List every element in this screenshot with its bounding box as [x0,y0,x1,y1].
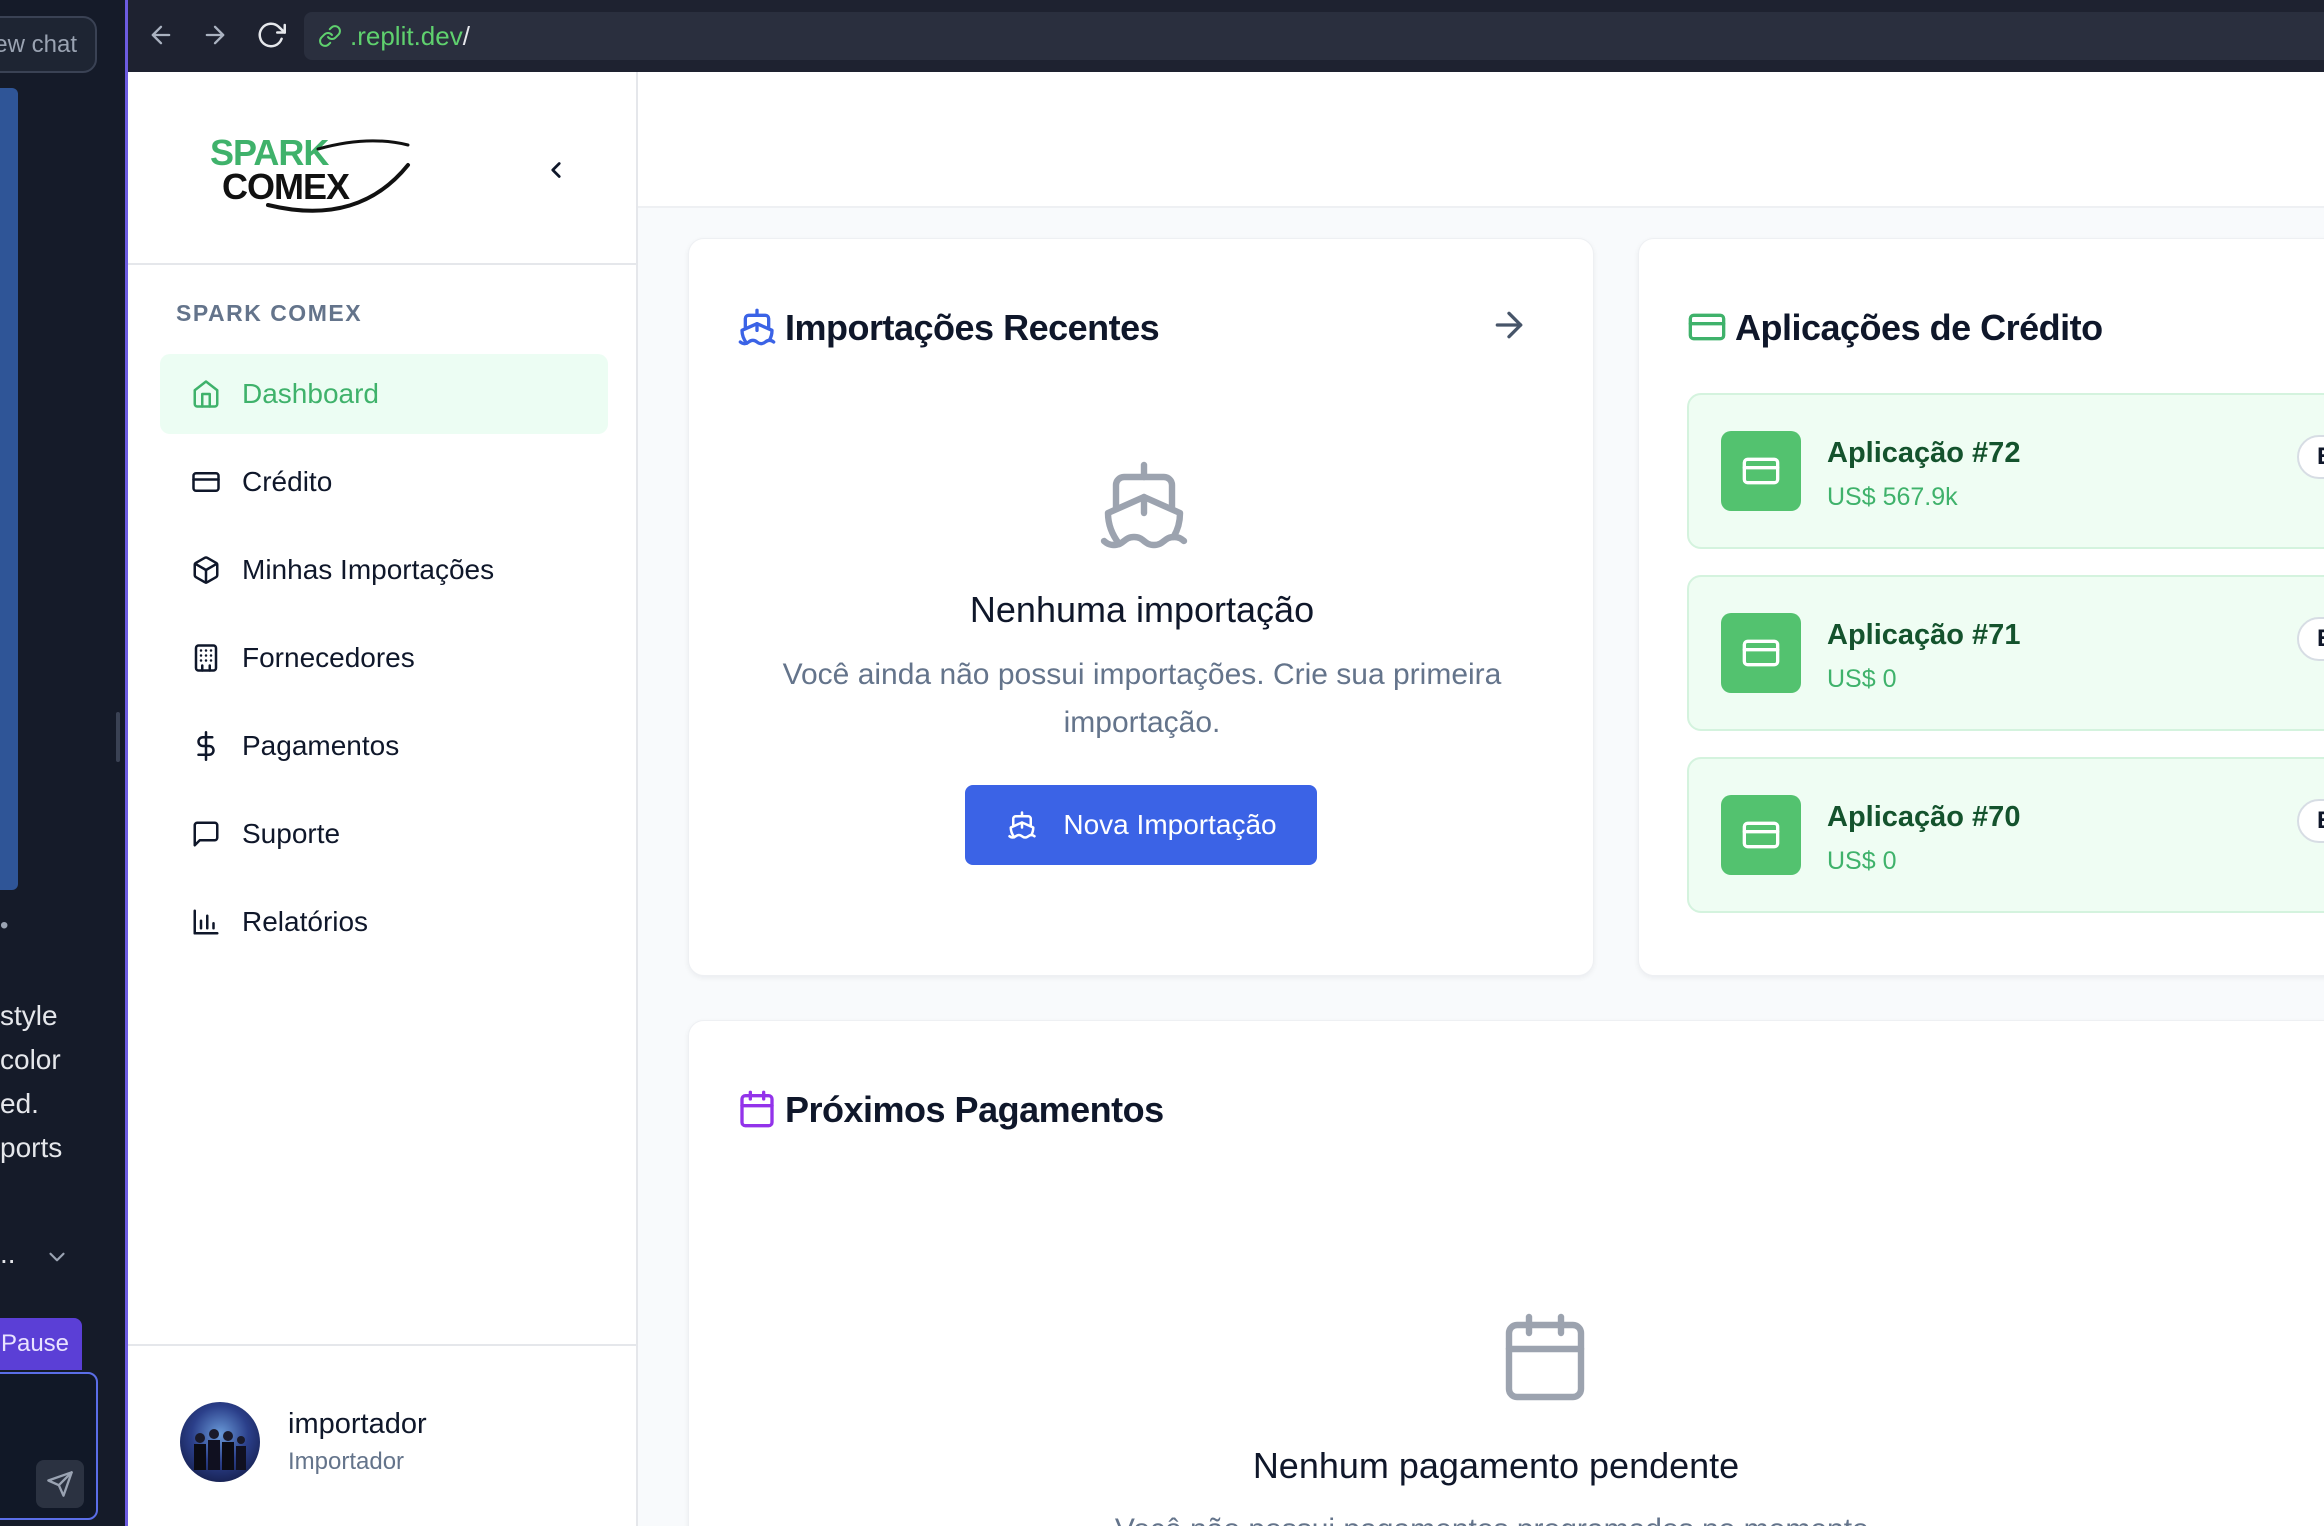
upcoming-payments-card: Próximos Pagamentos Nenhum pagamento pen… [688,1020,2324,1526]
credit-application-amount: US$ 0 [1827,847,1897,875]
status-badge: E [2297,799,2324,843]
pause-label: Pause [0,1330,70,1357]
app: SPARK COMEX SPARK COMEX Dashboard Crédit… [128,72,2324,1526]
sidebar-item-label: Suporte [242,818,341,849]
url-bar[interactable]: .replit.dev / [304,12,2324,60]
avatar-image [194,1429,246,1470]
bar-chart-icon [190,906,222,938]
browser-window: .replit.dev / SPARK COMEX SPARK COMEX Da… [125,0,2324,1526]
new-chat-button[interactable]: ew chat [0,16,97,73]
sidebar-item-label: Minhas Importações [242,554,495,585]
logo-swoosh-top [316,139,410,151]
credit-applications-card: Aplicações de Crédito Aplicação #72 US$ … [1638,238,2324,976]
credit-card-icon [1721,795,1801,875]
credit-card-icon [190,466,222,498]
avatar[interactable] [180,1402,260,1482]
credit-card-icon [1688,313,1726,341]
empty-state-text: Você ainda não possui importações. Crie … [782,658,1502,739]
sidebar-item-label: Pagamentos [242,730,400,761]
sidebar: SPARK COMEX SPARK COMEX Dashboard Crédit… [128,72,638,1526]
user-role: Importador [288,1448,405,1475]
recent-imports-card: Importações Recentes Nenhuma importação … [688,238,1594,976]
empty-state-title: Nenhum pagamento pendente [1252,1445,1740,1486]
send-button[interactable] [36,1460,84,1508]
link-icon [319,25,341,47]
arrow-left-icon [151,25,171,45]
back-button[interactable] [142,16,180,54]
credit-application-name: Aplicação #70 [1827,801,2021,833]
credit-application-name: Aplicação #71 [1827,619,2021,651]
sidebar-item-dashboard[interactable]: Dashboard [160,354,608,434]
chat-text-line: ports [0,1132,63,1163]
new-import-button[interactable]: Nova Importação [965,785,1317,865]
arrow-right-icon [205,25,225,45]
ship-icon [1100,461,1188,549]
chat-panel: ew chat • style color ed. ports .. Pause [0,0,125,1526]
new-import-label: Nova Importação [1063,809,1277,840]
pause-button[interactable]: Pause [0,1318,82,1370]
sidebar-item-minhas-importacoes[interactable]: Minhas Importações [160,530,608,610]
top-bar [638,72,2324,208]
credit-application-item[interactable]: Aplicação #70 US$ 0 E [1687,757,2324,913]
logo-comex-text: COMEX [222,166,350,207]
chat-text-line: style [0,1000,58,1031]
sidebar-item-label: Crédito [242,466,333,497]
chat-text-line: color [0,1044,61,1075]
chevron-down-icon[interactable] [44,1244,70,1270]
sidebar-item-credito[interactable]: Crédito [160,442,608,522]
empty-state-title: Nenhuma importação [969,589,1315,630]
sidebar-item-pagamentos[interactable]: Pagamentos [160,706,608,786]
card-title: Importações Recentes [785,307,1160,348]
credit-card-icon [1721,613,1801,693]
ship-icon [1005,808,1039,842]
calendar-icon [740,1090,774,1128]
resize-handle[interactable] [116,712,120,762]
arrow-right-icon[interactable] [1489,305,1529,345]
sidebar-item-suporte[interactable]: Suporte [160,794,608,874]
chat-text-line: ed. [0,1088,39,1119]
credit-application-amount: US$ 0 [1827,665,1897,693]
credit-application-amount: US$ 567.9k [1827,483,1958,511]
url-text: .replit.dev [350,20,463,51]
sidebar-item-relatorios[interactable]: Relatórios [160,882,608,962]
collapse-sidebar-button[interactable] [536,150,576,190]
new-chat-label: ew chat [0,30,77,58]
reload-button[interactable] [252,16,290,54]
sidebar-item-fornecedores[interactable]: Fornecedores [160,618,608,698]
sidebar-section-label: SPARK COMEX [176,300,363,326]
home-icon [190,378,222,410]
user-name: importador [288,1408,427,1440]
send-icon [47,1471,73,1497]
chevron-left-icon [551,162,561,178]
forward-button[interactable] [196,16,234,54]
credit-card-icon [1721,431,1801,511]
sidebar-item-label: Dashboard [242,378,379,409]
message-icon [190,818,222,850]
browser-toolbar: .replit.dev / [128,0,2324,72]
card-title: Aplicações de Crédito [1735,307,2103,348]
url-suffix: / [462,20,470,51]
building-icon [190,642,222,674]
sidebar-header: SPARK COMEX [128,72,638,265]
status-badge: E [2297,435,2324,479]
ship-icon [738,308,776,346]
credit-application-item[interactable]: Aplicação #71 US$ 0 E [1687,575,2324,731]
reload-icon [258,22,286,48]
credit-application-name: Aplicação #72 [1827,437,2021,469]
package-icon [190,554,222,586]
sidebar-item-label: Relatórios [242,906,369,937]
dollar-icon [190,730,222,762]
sidebar-item-label: Fornecedores [242,642,415,673]
chat-message-highlight [0,88,18,890]
calendar-icon [1505,1313,1585,1401]
chat-bullet: • [0,912,9,939]
card-title: Próximos Pagamentos [785,1089,1164,1130]
chat-ellipsis: .. [0,1238,16,1269]
status-badge: E [2297,617,2324,661]
empty-state-text: Você não possui pagamentos programados n… [689,1513,2303,1526]
credit-application-item[interactable]: Aplicação #72 US$ 567.9k E [1687,393,2324,549]
spark-comex-logo[interactable]: SPARK COMEX [208,127,418,217]
user-panel[interactable]: importador Importador [128,1344,638,1526]
